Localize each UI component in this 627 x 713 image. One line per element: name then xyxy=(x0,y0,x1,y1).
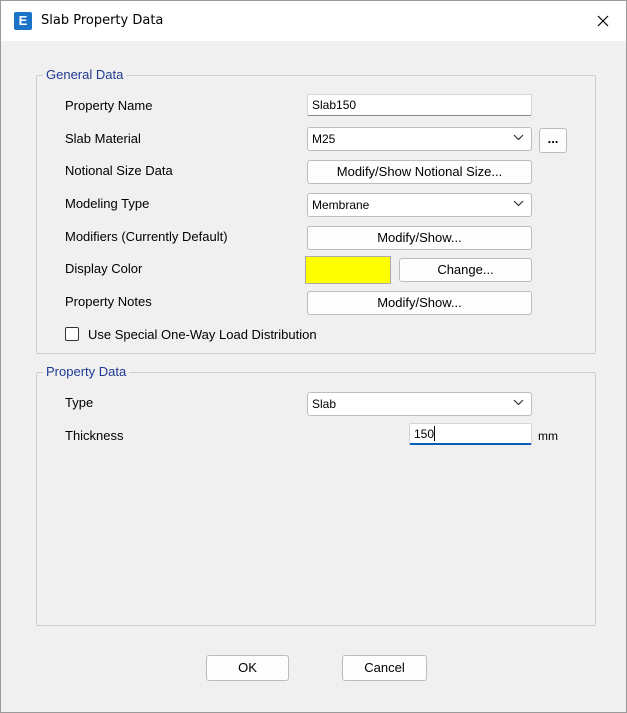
text-caret xyxy=(434,426,436,441)
thickness-unit: mm xyxy=(538,429,558,443)
cancel-button[interactable]: Cancel xyxy=(342,655,427,681)
slab-material-select[interactable]: M25 xyxy=(307,127,532,151)
property-notes-label: Property Notes xyxy=(65,294,152,309)
type-select[interactable]: Slab xyxy=(307,392,532,416)
etabs-logo-icon: E xyxy=(14,12,32,30)
chevron-down-icon xyxy=(513,200,524,207)
notional-size-button[interactable]: Modify/Show Notional Size... xyxy=(307,160,532,184)
close-icon xyxy=(597,15,609,27)
type-label: Type xyxy=(65,395,94,410)
property-name-input[interactable]: Slab150 xyxy=(307,94,532,116)
modifiers-label: Modifiers (Currently Default) xyxy=(65,229,228,244)
one-way-load-checkbox[interactable] xyxy=(65,327,79,341)
property-notes-button[interactable]: Modify/Show... xyxy=(307,291,532,315)
type-value: Slab xyxy=(312,397,337,411)
modeling-type-value: Membrane xyxy=(312,198,370,212)
property-name-label: Property Name xyxy=(65,98,153,113)
thickness-input[interactable]: 150 xyxy=(409,423,532,445)
display-color-swatch xyxy=(305,256,391,284)
slab-material-value: M25 xyxy=(312,132,336,146)
modeling-type-select[interactable]: Membrane xyxy=(307,193,532,217)
chevron-down-icon xyxy=(513,134,524,141)
notional-size-label: Notional Size Data xyxy=(65,163,173,178)
chevron-down-icon xyxy=(513,399,524,406)
general-data-title: General Data xyxy=(43,67,127,82)
slab-material-label: Slab Material xyxy=(65,131,141,146)
window-title: Slab Property Data xyxy=(41,13,164,28)
close-button[interactable] xyxy=(580,1,626,41)
modeling-type-label: Modeling Type xyxy=(65,196,150,211)
modifiers-button[interactable]: Modify/Show... xyxy=(307,226,532,250)
ok-button[interactable]: OK xyxy=(206,655,289,681)
material-more-button[interactable]: ... xyxy=(539,128,567,153)
one-way-load-label[interactable]: Use Special One-Way Load Distribution xyxy=(88,327,317,342)
thickness-label: Thickness xyxy=(65,428,124,443)
title-bar: E Slab Property Data xyxy=(1,1,626,41)
display-color-label: Display Color xyxy=(65,261,143,276)
thickness-value: 150 xyxy=(414,427,435,441)
change-color-button[interactable]: Change... xyxy=(399,258,532,282)
property-data-title: Property Data xyxy=(43,364,130,379)
dialog-window: E Slab Property Data General Data Proper… xyxy=(0,0,627,713)
